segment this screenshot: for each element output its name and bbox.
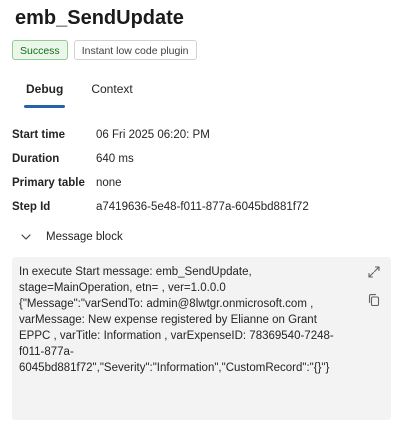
duration-value: 640 ms xyxy=(96,153,134,165)
primary-table-label: Primary table xyxy=(12,177,85,189)
start-time-row: Start time 06 Fri 2025 06:20: PM xyxy=(12,123,309,147)
primary-table-value: none xyxy=(96,177,122,189)
start-time-value: 06 Fri 2025 06:20: PM xyxy=(96,129,210,141)
step-id-row: Step Id a7419636-5e48-f011-877a-6045bd88… xyxy=(12,195,309,219)
message-block: In execute Start message: emb_SendUpdate… xyxy=(12,257,391,420)
page-title: emb_SendUpdate xyxy=(15,7,184,29)
message-block-toggle[interactable]: Message block xyxy=(20,231,123,243)
badge-row: Success Instant low code plugin xyxy=(12,40,197,60)
message-block-header: Message block xyxy=(46,231,123,243)
start-time-label: Start time xyxy=(12,129,66,141)
primary-table-row: Primary table none xyxy=(12,171,309,195)
copy-icon[interactable] xyxy=(367,293,381,307)
tab-debug[interactable]: Debug xyxy=(12,80,77,108)
duration-label: Duration xyxy=(12,153,60,165)
details-panel: Start time 06 Fri 2025 06:20: PM Duratio… xyxy=(12,123,309,219)
chevron-down-icon xyxy=(21,234,31,240)
status-badge: Success xyxy=(12,40,68,60)
duration-row: Duration 640 ms xyxy=(12,147,309,171)
expand-icon[interactable] xyxy=(367,265,381,279)
step-id-label: Step Id xyxy=(12,201,51,213)
plugin-type-badge: Instant low code plugin xyxy=(73,40,197,60)
message-text: In execute Start message: emb_SendUpdate… xyxy=(19,266,334,374)
tab-context[interactable]: Context xyxy=(77,80,146,108)
tab-list: Debug Context xyxy=(12,80,147,108)
step-id-value: a7419636-5e48-f011-877a-6045bd881f72 xyxy=(96,201,309,213)
